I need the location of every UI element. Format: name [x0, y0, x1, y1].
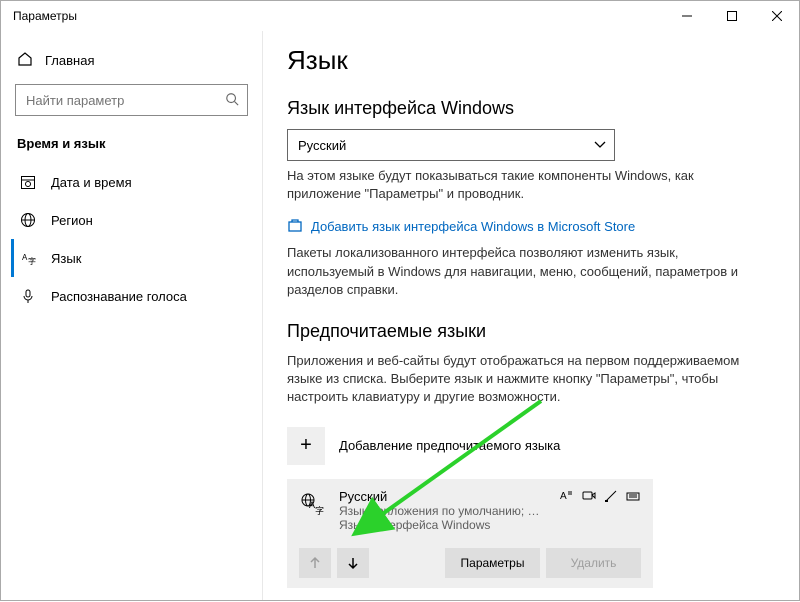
speech-icon — [581, 489, 597, 503]
remove-button-label: Удалить — [571, 556, 617, 570]
sidebar-item-region[interactable]: Регион — [11, 201, 252, 239]
language-card-selected[interactable]: A字 Русский Язык приложения по умолчанию;… — [287, 479, 653, 588]
display-language-pack-desc: Пакеты локализованного интерфейса позвол… — [287, 244, 747, 299]
add-language-label: Добавление предпочитаемого языка — [339, 438, 560, 453]
maximize-button[interactable] — [709, 1, 754, 31]
preferred-languages-title: Предпочитаемые языки — [287, 321, 773, 342]
language-subtext-1: Язык приложения по умолчанию; Язык ввода… — [339, 504, 547, 518]
language-glyph-icon: A字 — [299, 491, 327, 519]
display-language-dropdown[interactable]: Русский — [287, 129, 615, 161]
main-content: Язык Язык интерфейса Windows Русский На … — [263, 31, 799, 600]
preferred-languages-desc: Приложения и веб-сайты будут отображатьс… — [287, 352, 747, 407]
sidebar-home[interactable]: Главная — [11, 45, 252, 84]
store-link[interactable]: Добавить язык интерфейса Windows в Micro… — [287, 217, 773, 236]
calendar-icon — [19, 174, 37, 190]
sidebar-item-label: Язык — [51, 251, 81, 266]
display-language-title: Язык интерфейса Windows — [287, 98, 773, 119]
language-subtext-2: Язык интерфейса Windows — [339, 518, 547, 532]
plus-icon: + — [287, 427, 325, 465]
globe-icon — [19, 212, 37, 228]
sidebar: Главная Время и язык Дата и время Регион… — [1, 31, 263, 600]
display-language-value: Русский — [298, 138, 594, 153]
chevron-down-icon — [594, 138, 606, 152]
store-icon — [287, 217, 303, 236]
text-to-speech-icon: A — [559, 489, 575, 503]
sidebar-item-label: Регион — [51, 213, 93, 228]
svg-text:A: A — [560, 491, 567, 502]
sidebar-home-label: Главная — [45, 53, 94, 68]
sidebar-category: Время и язык — [11, 130, 252, 163]
window-controls — [664, 1, 799, 31]
options-button[interactable]: Параметры — [445, 548, 540, 578]
page-title: Язык — [287, 45, 773, 76]
sidebar-item-label: Дата и время — [51, 175, 132, 190]
search-icon — [225, 92, 239, 109]
remove-button[interactable]: Удалить — [546, 548, 641, 578]
window-title: Параметры — [13, 9, 664, 23]
store-link-label: Добавить язык интерфейса Windows в Micro… — [311, 219, 635, 234]
options-button-label: Параметры — [461, 556, 525, 570]
search-input[interactable] — [15, 84, 248, 116]
language-icon: A字 — [19, 250, 37, 266]
svg-text:字: 字 — [28, 256, 36, 266]
microphone-icon — [19, 288, 37, 304]
sidebar-item-speech[interactable]: Распознавание голоса — [11, 277, 252, 315]
svg-text:字: 字 — [315, 505, 324, 516]
feature-icons: A — [559, 489, 641, 503]
titlebar: Параметры — [1, 1, 799, 31]
sidebar-item-label: Распознавание голоса — [51, 289, 187, 304]
handwriting-icon — [603, 489, 619, 503]
search-field[interactable] — [24, 92, 225, 109]
sidebar-item-language[interactable]: A字 Язык — [11, 239, 252, 277]
language-name: Русский — [339, 489, 547, 504]
display-language-desc: На этом языке будут показываться такие к… — [287, 167, 747, 203]
close-button[interactable] — [754, 1, 799, 31]
keyboard-icon — [625, 489, 641, 503]
home-icon — [17, 51, 33, 70]
language-card[interactable]: A字 English (United States) Доступен язык… — [287, 596, 653, 601]
minimize-button[interactable] — [664, 1, 709, 31]
add-language-row[interactable]: + Добавление предпочитаемого языка — [287, 421, 773, 471]
move-up-button[interactable] — [299, 548, 331, 578]
sidebar-item-date-time[interactable]: Дата и время — [11, 163, 252, 201]
move-down-button[interactable] — [337, 548, 369, 578]
